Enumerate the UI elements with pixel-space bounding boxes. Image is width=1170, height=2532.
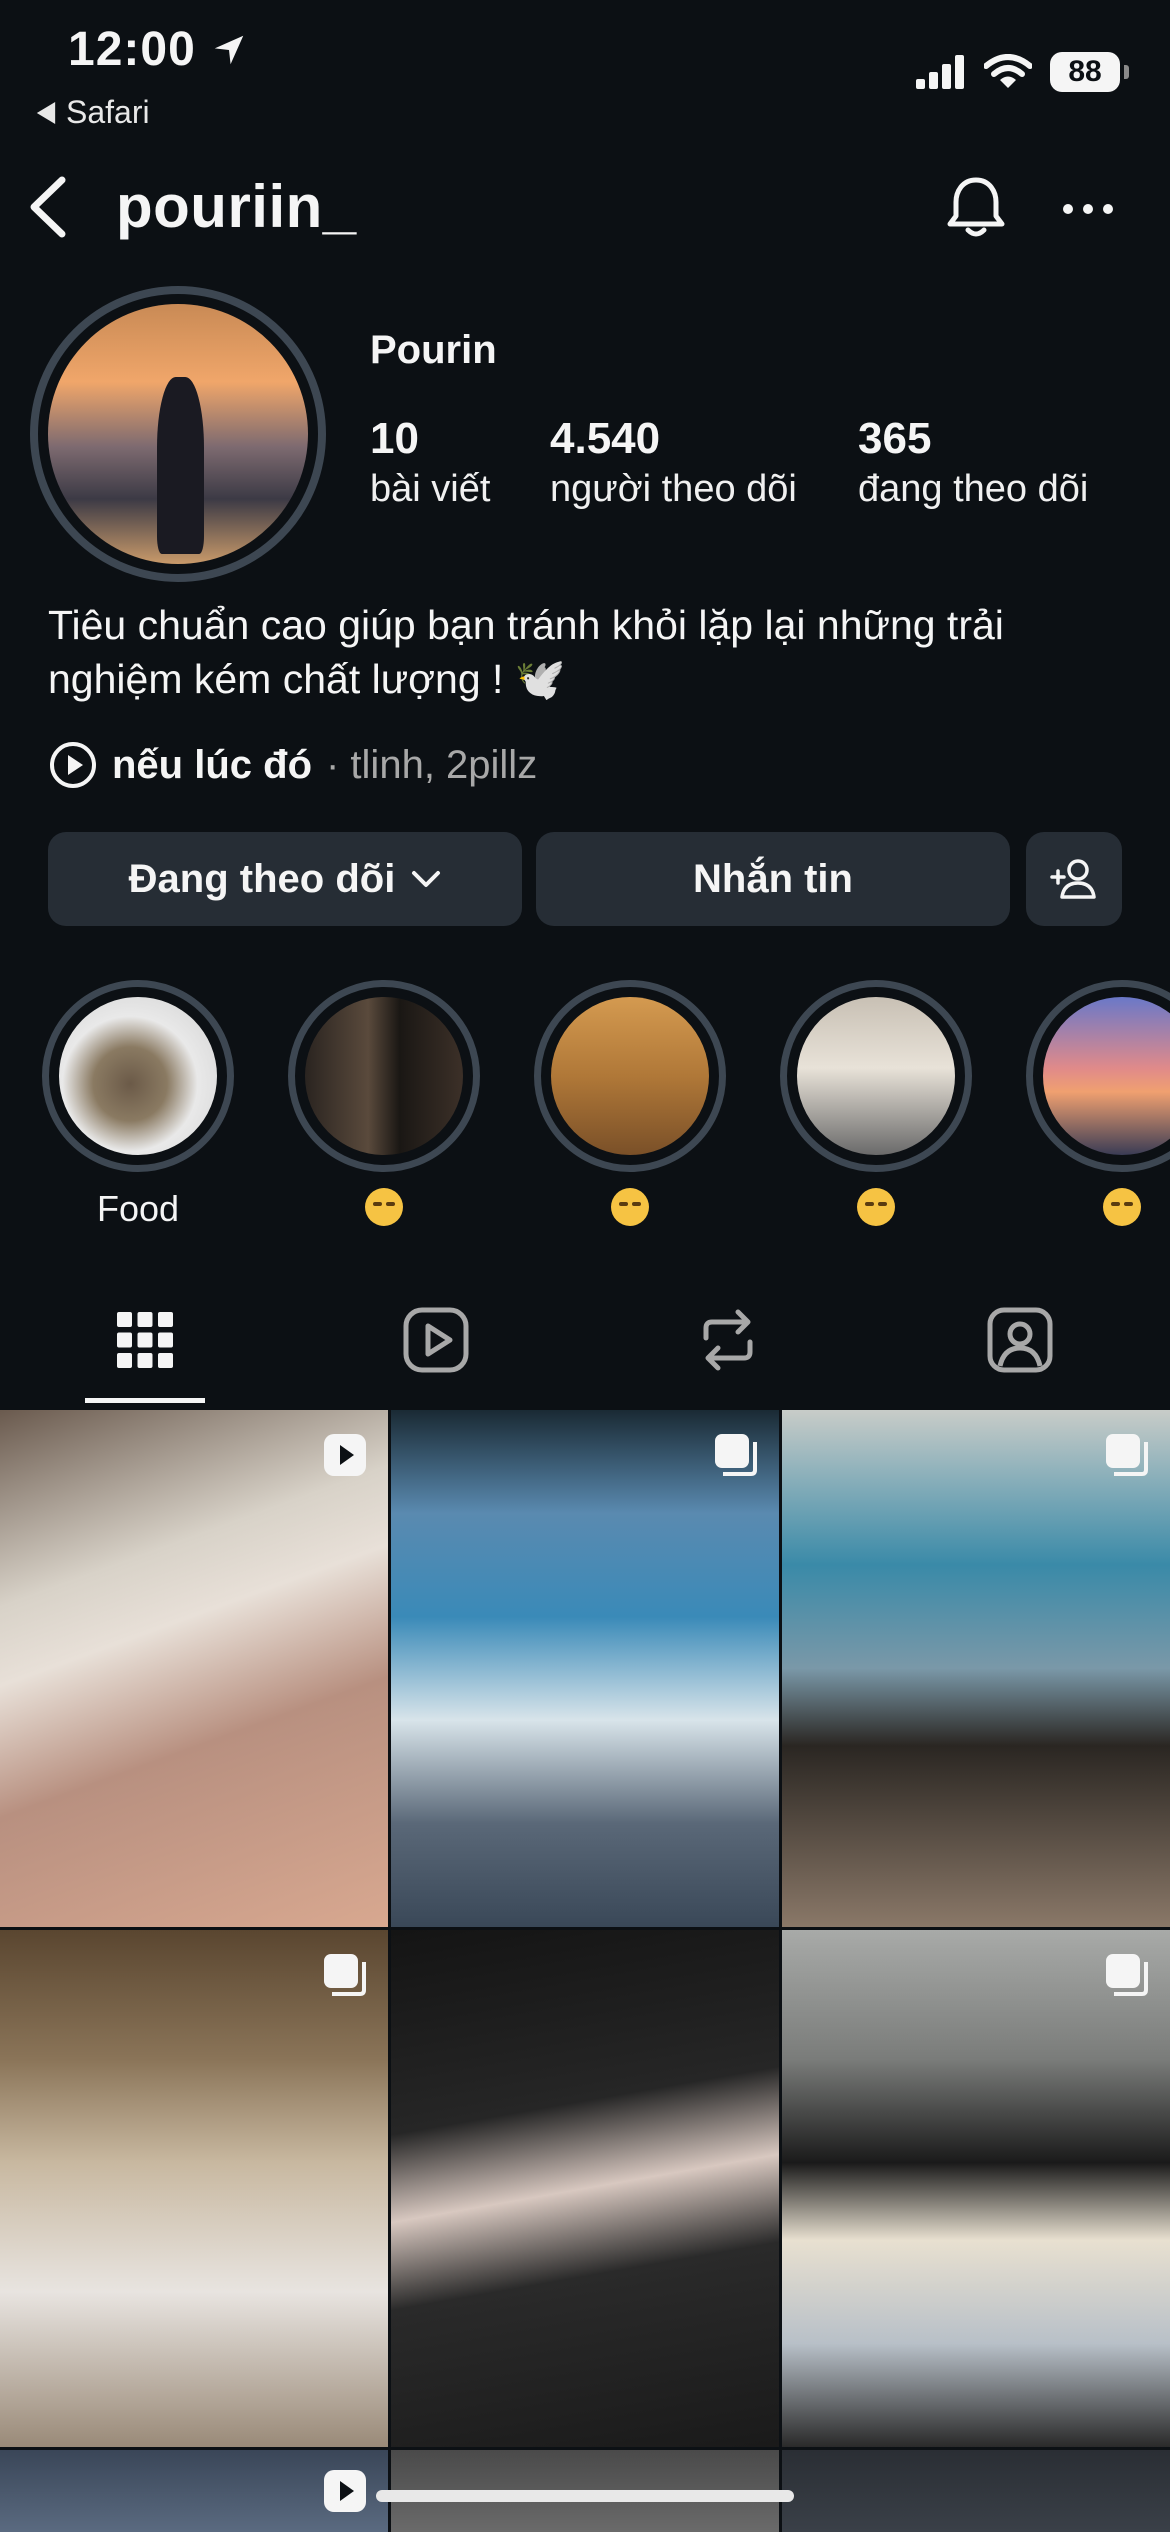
highlight-label: Food (96, 1188, 180, 1229)
highlight-2[interactable] (286, 980, 482, 1235)
avatar-figure (157, 376, 204, 554)
play-circle-icon (50, 742, 96, 788)
stat-followers[interactable]: 4.540 người theo dõi (550, 414, 797, 511)
pensive-face-emoji (611, 1188, 649, 1226)
highlight-food-cover (59, 997, 217, 1155)
post-tile[interactable] (782, 2450, 1170, 2532)
post-tile[interactable] (0, 2450, 388, 2532)
nerd-face-emoji (1103, 1188, 1141, 1226)
pensive-face-emoji (365, 1188, 403, 1226)
more-options-icon[interactable] (1058, 184, 1118, 234)
stat-following[interactable]: 365 đang theo dõi (858, 414, 1088, 511)
notification-bell-icon[interactable] (940, 172, 1012, 244)
active-tab-indicator (85, 1398, 205, 1403)
music-artists: · tlinh, 2pillz (326, 742, 538, 787)
profile-bio: Tiêu chuẩn cao giúp bạn tránh khỏi lặp l… (48, 602, 1004, 702)
reel-badge-icon (324, 2470, 366, 2512)
highlight-2-cover (305, 997, 463, 1155)
reposts-icon[interactable] (688, 1300, 768, 1380)
reel-badge-icon (324, 1434, 366, 1476)
post-tile[interactable] (391, 1930, 779, 2447)
message-button[interactable]: Nhắn tin (536, 832, 1010, 926)
add-user-button[interactable] (1026, 832, 1122, 926)
wifi-icon (984, 54, 1032, 88)
reels-icon[interactable] (396, 1300, 476, 1380)
post-tile[interactable] (0, 1410, 388, 1927)
highlight-5[interactable] (1024, 980, 1170, 1235)
highlight-3-cover (551, 997, 709, 1155)
carousel-badge-icon (324, 1954, 366, 1996)
back-to-app-link[interactable]: Safari (36, 94, 150, 131)
profile-music[interactable]: nếu lúc đó · tlinh, 2pillz (48, 740, 537, 790)
post-tile[interactable] (391, 1410, 779, 1927)
highlight-3[interactable] (532, 980, 728, 1235)
highlight-5-cover (1043, 997, 1170, 1155)
status-indicators: 88 (916, 52, 1129, 92)
highlight-4[interactable] (778, 980, 974, 1235)
following-button[interactable]: Đang theo dõi (48, 832, 522, 926)
home-indicator[interactable] (376, 2490, 794, 2502)
woozy-face-emoji (857, 1188, 895, 1226)
post-tile[interactable] (782, 1930, 1170, 2447)
carousel-badge-icon (1106, 1434, 1148, 1476)
add-user-icon (1050, 859, 1096, 899)
back-chevron-icon[interactable] (20, 172, 76, 242)
music-song: nếu lúc đó (112, 742, 312, 787)
profile-avatar[interactable] (30, 286, 326, 582)
cellular-signal-icon (916, 55, 964, 89)
page-title-username: pouriin_ (116, 173, 357, 240)
carousel-badge-icon (1106, 1954, 1148, 1996)
post-tile[interactable] (0, 1930, 388, 2447)
tagged-icon[interactable] (980, 1300, 1060, 1380)
back-triangle-icon (36, 101, 56, 124)
display-name: Pourin (370, 328, 497, 372)
avatar-photo (48, 304, 308, 564)
highlight-4-cover (797, 997, 955, 1155)
chevron-down-icon (412, 871, 441, 887)
carousel-badge-icon (715, 1434, 757, 1476)
stat-posts[interactable]: 10 bài viết (370, 414, 490, 511)
highlight-food[interactable]: Food (40, 980, 236, 1230)
grid-icon[interactable] (105, 1300, 185, 1380)
location-arrow-icon (214, 35, 244, 64)
post-tile[interactable] (782, 1410, 1170, 1927)
status-time: 12:00 (68, 22, 248, 77)
battery-indicator: 88 (1050, 52, 1129, 92)
